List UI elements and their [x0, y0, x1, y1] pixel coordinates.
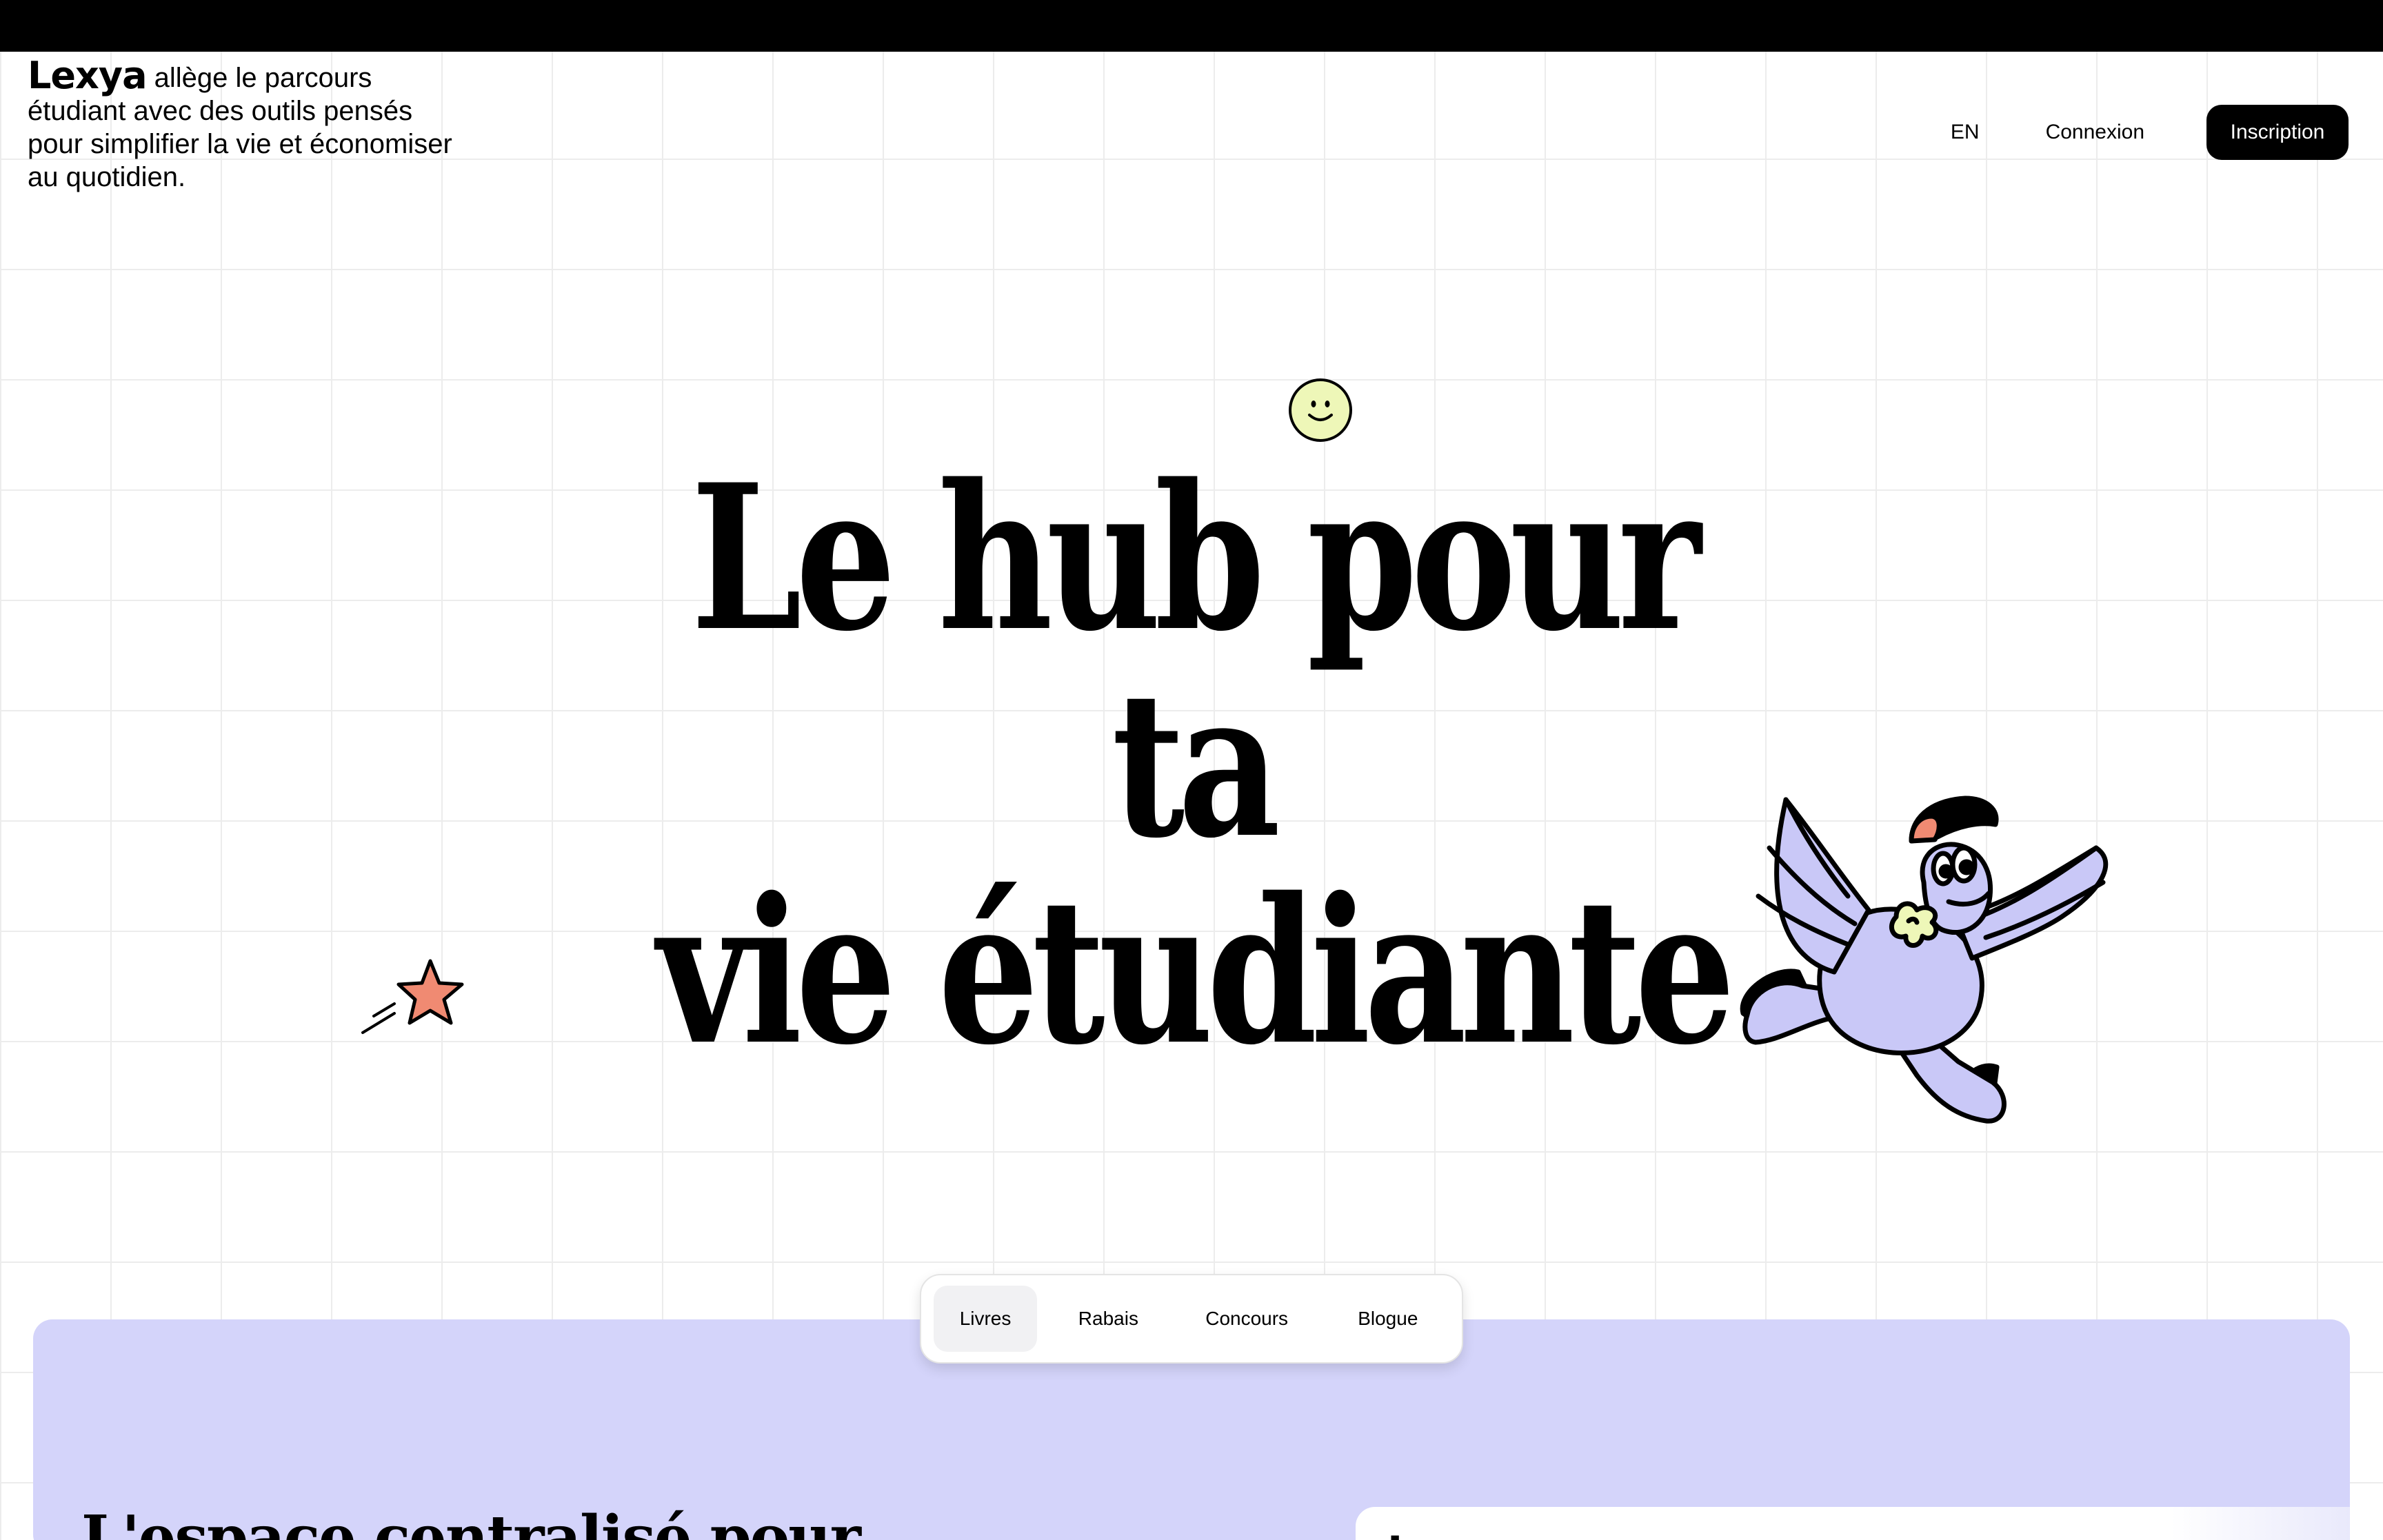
smiley-icon: [1289, 378, 1352, 442]
section-tabs: Livres Rabais Concours Blogue: [920, 1274, 1463, 1364]
tab-concours[interactable]: Concours: [1180, 1286, 1314, 1352]
hero-line-2: vie étudiante: [656, 855, 1736, 1089]
card-logo: Lexya: [1387, 1528, 1523, 1540]
tab-livres[interactable]: Livres: [934, 1286, 1038, 1352]
login-link[interactable]: Connexion: [2046, 121, 2144, 144]
star-icon: [361, 959, 464, 1034]
hero-title: Le hub pour ta vie étudiante: [632, 455, 1753, 1075]
top-nav: EN Connexion Inscription: [1951, 105, 2349, 160]
bird-mascot: [1740, 796, 2109, 1124]
tab-blogue[interactable]: Blogue: [1314, 1286, 1462, 1352]
section-title: L'espace centralisé pour: [81, 1503, 861, 1540]
logo[interactable]: Lexya: [28, 54, 148, 97]
signup-button[interactable]: Inscription: [2206, 105, 2349, 160]
browser-top-bar: [0, 0, 2383, 52]
hero-line-1: Le hub pour ta: [691, 441, 1701, 882]
language-switch[interactable]: EN: [1951, 121, 1980, 144]
card-fade: [2171, 1507, 2350, 1540]
preview-card: Lexya: [1356, 1507, 2350, 1540]
tab-rabais[interactable]: Rabais: [1037, 1286, 1180, 1352]
brand-intro: Lexya allège le parcours étudiant avec d…: [28, 57, 469, 194]
